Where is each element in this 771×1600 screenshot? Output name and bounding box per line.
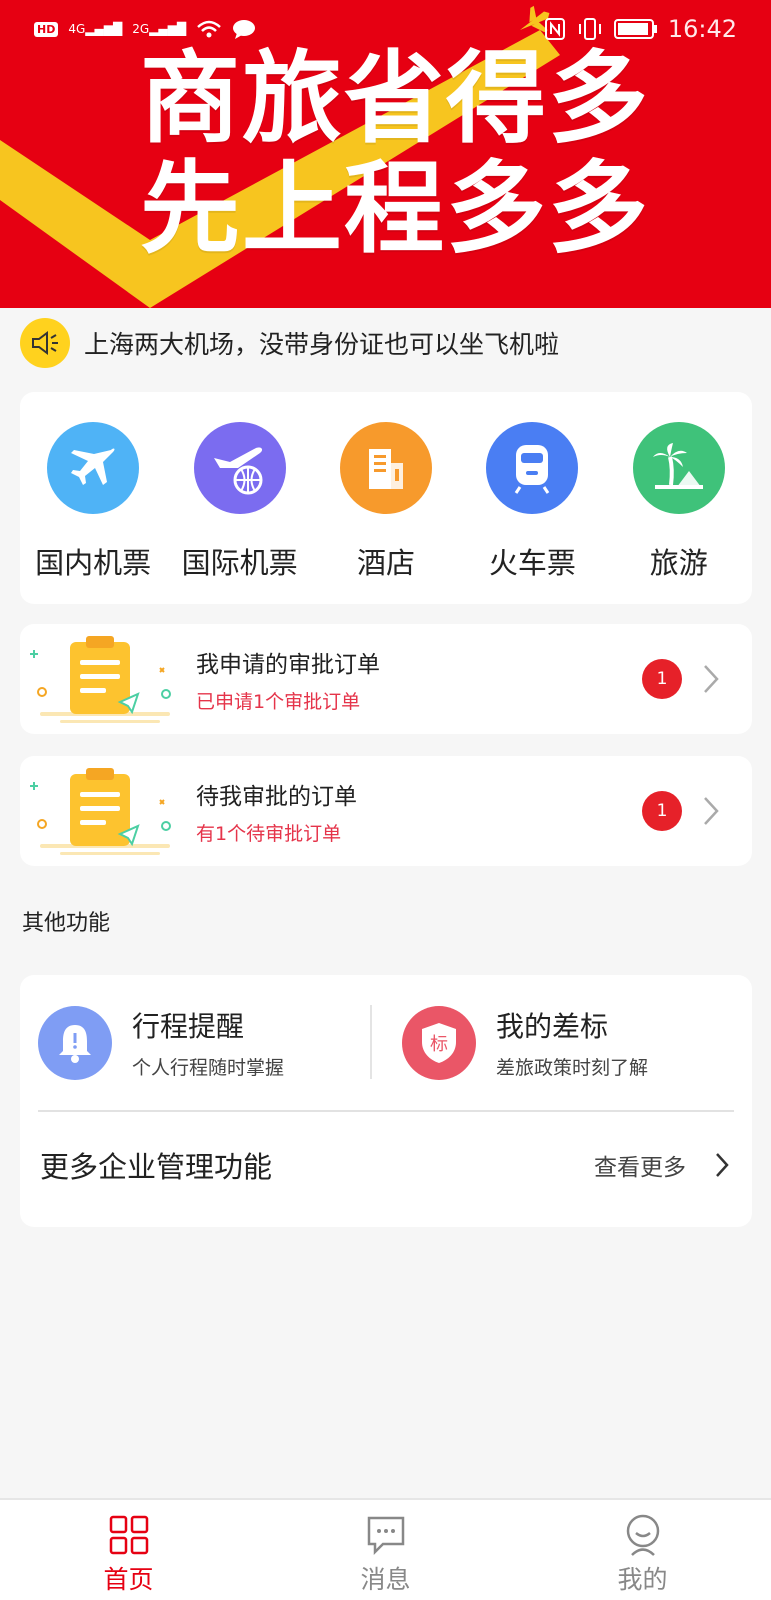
chevron-right-icon [696, 791, 726, 831]
my-standard-subtitle: 差旅政策时刻了解 [496, 1057, 649, 1079]
speaker-icon [20, 318, 70, 368]
services-card: 国内机票 国际机票 酒店 火车票 旅游 [20, 392, 752, 604]
shield-icon: 标 [402, 1005, 476, 1080]
tab-profile[interactable]: 我的 [514, 1500, 771, 1600]
shield-icon-label: 标 [430, 1034, 448, 1055]
tab-messages[interactable]: 消息 [257, 1500, 514, 1600]
airplane-icon [47, 422, 140, 514]
chat-bubble-icon [233, 20, 256, 39]
service-label: 酒店 [356, 546, 415, 580]
more-functions-row[interactable]: 更多企业管理功能 查看更多 [40, 1125, 730, 1205]
signal-2g-label: 2G [132, 22, 150, 36]
grid-icon [109, 1515, 148, 1555]
service-label: 火车票 [488, 546, 576, 580]
vertical-divider [370, 1005, 372, 1079]
vibrate-icon [578, 18, 601, 40]
clipboard-icon [20, 624, 190, 734]
building-icon [339, 422, 432, 514]
count-badge: 1 [642, 791, 682, 831]
view-more-link[interactable]: 查看更多 [594, 1148, 730, 1182]
service-train[interactable]: 火车票 [462, 422, 602, 604]
approval-title: 我申请的审批订单 [196, 651, 380, 678]
service-label: 国内机票 [35, 546, 152, 580]
wifi-icon [197, 20, 221, 38]
tab-label: 首页 [103, 1565, 154, 1594]
trip-reminder-subtitle: 个人行程随时掌握 [132, 1057, 285, 1079]
tab-label: 消息 [360, 1565, 411, 1594]
service-label: 旅游 [649, 546, 708, 580]
status-time: 16:42 [667, 15, 737, 43]
trip-reminder-text: 行程提醒 个人行程随时掌握 [132, 1005, 284, 1080]
palm-tree-icon [632, 422, 725, 514]
service-travel[interactable]: 旅游 [609, 422, 749, 604]
nfc-icon [544, 18, 565, 40]
banner-headline: 商旅省得多 先上程多多 [140, 44, 650, 264]
count-badge: 1 [642, 659, 682, 699]
my-standard-title: 我的差标 [496, 1010, 609, 1043]
chevron-right-icon [696, 659, 726, 699]
more-functions-title: 更多企业管理功能 [40, 1150, 273, 1184]
other-functions-card: 行程提醒 个人行程随时掌握 标 我的差标 差旅政策时刻了解 更多企业管理功能 查… [20, 975, 752, 1227]
approval-text: 待我审批的订单 有1个待审批订单 [190, 777, 642, 846]
notice-bar[interactable]: 上海两大机场，没带身份证也可以坐飞机啦 [20, 318, 559, 368]
service-hotel[interactable]: 酒店 [316, 422, 456, 604]
signal-4g-label: 4G [68, 22, 86, 36]
status-bar: HD 4G▂▄▆█ 2G▂▄▆█ 16:42 [0, 0, 771, 58]
approval-applied-card[interactable]: 我申请的审批订单 已申请1个审批订单 1 [20, 624, 752, 734]
battery-icon [613, 19, 657, 39]
bottom-tab-bar: 首页 消息 我的 [0, 1498, 771, 1600]
notice-text: 上海两大机场，没带身份证也可以坐飞机啦 [84, 330, 560, 359]
approval-subtitle: 已申请1个审批订单 [196, 690, 361, 713]
status-left: HD 4G▂▄▆█ 2G▂▄▆█ [34, 18, 256, 40]
approval-pending-card[interactable]: 待我审批的订单 有1个待审批订单 1 [20, 756, 752, 866]
service-label: 国际机票 [181, 546, 298, 580]
bell-icon [38, 1005, 112, 1080]
service-domestic-flight[interactable]: 国内机票 [23, 422, 163, 604]
trip-reminder-title: 行程提醒 [132, 1010, 245, 1043]
service-international-flight[interactable]: 国际机票 [170, 422, 310, 604]
approval-text: 我申请的审批订单 已申请1个审批订单 [190, 645, 642, 714]
view-more-label: 查看更多 [594, 1155, 686, 1181]
my-standard-button[interactable]: 标 我的差标 差旅政策时刻了解 [402, 1005, 648, 1080]
message-icon [367, 1516, 404, 1556]
chevron-right-icon [716, 1153, 729, 1177]
globe-plane-icon [193, 422, 286, 514]
train-icon [486, 422, 579, 514]
my-standard-text: 我的差标 差旅政策时刻了解 [496, 1005, 648, 1080]
person-icon [626, 1514, 659, 1556]
tab-label: 我的 [617, 1565, 668, 1594]
approval-title: 待我审批的订单 [196, 783, 357, 810]
signal-4g-icon: 4G▂▄▆█ [68, 22, 123, 36]
signal-2g-icon: 2G▂▄▆█ [132, 22, 187, 36]
tab-home[interactable]: 首页 [0, 1500, 257, 1600]
banner-line-2: 先上程多多 [140, 150, 650, 267]
status-right: 16:42 [544, 15, 737, 43]
clipboard-icon [20, 756, 190, 866]
section-title-other: 其他功能 [22, 911, 111, 936]
trip-reminder-button[interactable]: 行程提醒 个人行程随时掌握 [38, 1005, 284, 1080]
hd-indicator: HD [34, 21, 59, 37]
approval-subtitle: 有1个待审批订单 [196, 822, 342, 845]
banner-line-1: 商旅省得多 [140, 40, 650, 157]
horizontal-divider [38, 1110, 734, 1112]
